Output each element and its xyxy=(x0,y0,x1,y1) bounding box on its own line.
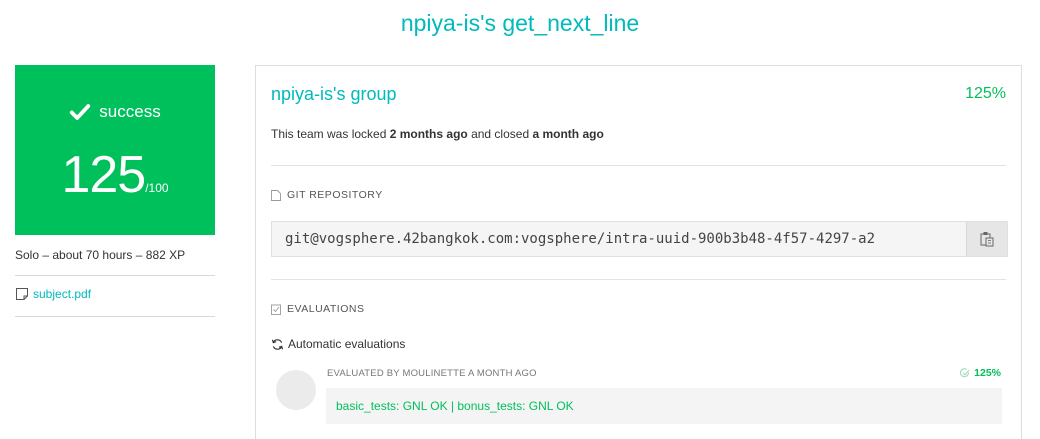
evaluations-section-label: EVALUATIONS xyxy=(271,303,364,315)
automatic-label: Automatic evaluations xyxy=(288,337,406,351)
evaluation-score-value: 125% xyxy=(974,367,1001,379)
refresh-icon xyxy=(271,338,284,350)
check-icon xyxy=(70,104,91,120)
group-name[interactable]: npiya-is's group xyxy=(271,84,397,105)
team-lock-status: This team was locked 2 months ago and cl… xyxy=(271,127,604,141)
panel-divider-1 xyxy=(271,165,1006,166)
avatar xyxy=(276,370,316,410)
git-repo-field[interactable]: git@vogsphere.42bangkok.com:vogsphere/in… xyxy=(271,221,1008,257)
check-circle-icon xyxy=(960,368,970,378)
score-card: success 125/100 xyxy=(15,65,215,235)
status-label: success xyxy=(99,102,161,121)
locked-ago: 2 months ago xyxy=(389,127,468,141)
git-label: GIT REPOSITORY xyxy=(287,189,383,201)
subject-link[interactable]: subject.pdf xyxy=(15,287,91,301)
panel-divider-2 xyxy=(271,279,1006,280)
evaluations-label: EVALUATIONS xyxy=(287,303,365,315)
left-divider-2 xyxy=(15,316,215,317)
lock-middle: and closed xyxy=(467,127,533,141)
left-divider-1 xyxy=(15,275,215,276)
team-panel: npiya-is's group 125% This team was lock… xyxy=(255,65,1022,439)
score-max: /100 xyxy=(145,181,169,195)
git-section-label: GIT REPOSITORY xyxy=(271,189,383,201)
lock-prefix: This team was locked xyxy=(271,127,390,141)
closed-ago: a month ago xyxy=(532,127,604,141)
checklist-icon xyxy=(271,304,281,315)
document-icon xyxy=(16,288,28,300)
page-title: npiya-is's get_next_line xyxy=(400,10,640,36)
evaluation-result: basic_tests: GNL OK | bonus_tests: GNL O… xyxy=(326,388,1002,424)
subject-label: subject.pdf xyxy=(33,287,92,301)
clipboard-icon xyxy=(980,232,994,247)
group-score: 125% xyxy=(965,85,1006,102)
project-meta: Solo – about 70 hours – 882 XP xyxy=(15,248,186,262)
score-status: success xyxy=(15,101,215,123)
score-value: 125/100 xyxy=(15,145,215,205)
score-number: 125 xyxy=(61,146,146,204)
evaluation-header: EVALUATED BY MOULINETTE A MONTH AGO xyxy=(327,368,537,379)
evaluation-score: 125% xyxy=(960,367,1001,379)
git-url[interactable]: git@vogsphere.42bangkok.com:vogsphere/in… xyxy=(272,222,967,256)
copy-button[interactable] xyxy=(966,222,1007,256)
file-icon xyxy=(271,189,281,201)
automatic-evaluations-label: Automatic evaluations xyxy=(271,337,405,351)
